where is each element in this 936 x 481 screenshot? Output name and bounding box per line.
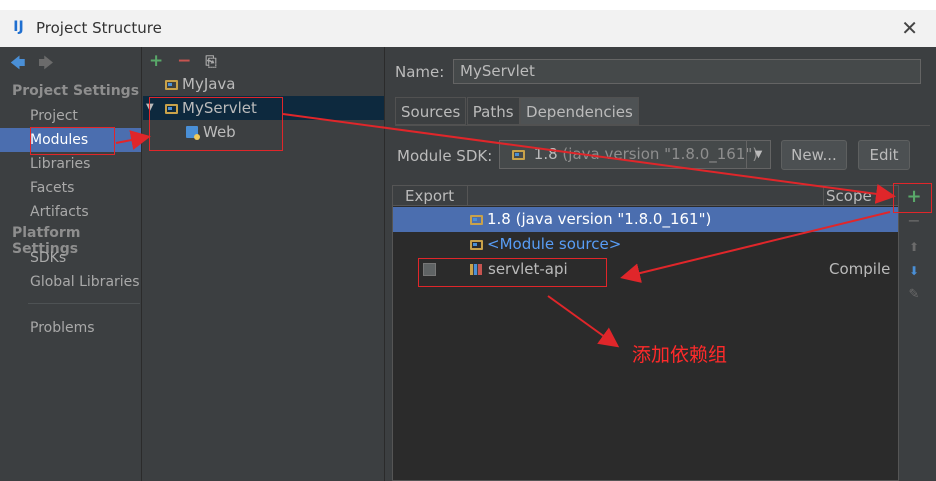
nav-item-problems[interactable]: Problems — [0, 316, 141, 340]
module-sdk-dropdown[interactable]: 1.8 (java version "1.8.0_161") ▼ — [499, 140, 771, 169]
edit-dependency-icon[interactable]: ✎ — [900, 283, 928, 307]
name-label: Name: — [395, 63, 445, 81]
table-row[interactable]: <Module source> — [393, 232, 898, 257]
column-header-scope[interactable]: Scope — [823, 186, 898, 206]
new-sdk-button[interactable]: New... — [781, 140, 847, 170]
top-strip — [0, 0, 936, 10]
module-sdk-label: Module SDK: — [397, 147, 493, 165]
table-row[interactable]: 1.8 (java version "1.8.0_161") — [393, 207, 898, 232]
table-row[interactable]: servlet-api Compile — [393, 257, 898, 282]
edit-sdk-button[interactable]: Edit — [858, 140, 910, 170]
forward-arrow-icon[interactable]: 🡆 — [38, 54, 54, 72]
tab-paths[interactable]: Paths — [466, 97, 520, 125]
module-source-folder-icon — [470, 240, 483, 250]
sdk-folder-icon — [512, 150, 525, 160]
jdk-folder-icon — [470, 215, 483, 225]
tree-node-web[interactable]: Web — [186, 120, 236, 144]
nav-item-project[interactable]: Project — [0, 104, 141, 128]
table-header: Export Scope — [393, 186, 898, 206]
nav-item-modules[interactable]: Modules — [0, 128, 141, 152]
add-module-icon[interactable]: + — [149, 51, 163, 71]
move-up-icon[interactable]: ⬆ — [900, 235, 928, 259]
tree-node-label: MyServlet — [182, 99, 257, 117]
dependency-name: servlet-api — [488, 260, 568, 278]
annotation-text: 添加依赖组 — [632, 344, 728, 366]
library-icon — [470, 264, 482, 275]
sdk-detail: (java version "1.8.0_161") — [562, 145, 759, 163]
settings-nav: 🡄 🡆 Project Settings Project Modules Lib… — [0, 47, 142, 481]
web-facet-icon — [186, 126, 200, 140]
dependencies-table: Export Scope 1.8 (java version "1.8.0_16… — [392, 185, 899, 481]
tree-node-myjava[interactable]: MyJava — [165, 72, 236, 96]
nav-item-global-libraries[interactable]: Global Libraries — [0, 270, 141, 294]
expand-arrow-icon[interactable]: ▼ — [146, 96, 154, 120]
module-folder-icon — [165, 104, 178, 114]
nav-item-artifacts[interactable]: Artifacts — [0, 200, 141, 224]
tabs-divider — [395, 125, 930, 126]
remove-module-icon[interactable]: − — [177, 51, 191, 71]
back-arrow-icon[interactable]: 🡄 — [10, 54, 26, 72]
tab-dependencies[interactable]: Dependencies — [520, 97, 639, 125]
module-tree-panel: + − ⎘ MyJava ▼ MyServlet Web — [143, 47, 385, 481]
dependency-name: <Module source> — [487, 235, 622, 253]
module-tabs: Sources Paths Dependencies — [395, 97, 639, 125]
tree-toolbar: + − ⎘ — [149, 51, 217, 71]
nav-separator — [28, 303, 140, 304]
module-folder-icon — [165, 80, 178, 90]
window-title: Project Structure — [36, 19, 162, 37]
dependency-name: 1.8 (java version "1.8.0_161") — [487, 210, 712, 228]
column-header-export[interactable]: Export — [393, 186, 468, 206]
export-checkbox[interactable] — [423, 263, 436, 276]
nav-item-libraries[interactable]: Libraries — [0, 152, 141, 176]
module-name-field[interactable]: MyServlet — [453, 59, 921, 84]
nav-item-sdks[interactable]: SDKs — [0, 246, 141, 270]
tree-node-label: MyJava — [182, 75, 236, 93]
dependency-toolbar: + − ⬆ ⬇ ✎ — [900, 185, 928, 481]
tab-sources[interactable]: Sources — [395, 97, 467, 125]
chevron-down-icon[interactable]: ▼ — [746, 141, 770, 168]
close-icon[interactable]: ✕ — [901, 16, 918, 40]
nav-item-facets[interactable]: Facets — [0, 176, 141, 200]
sdk-name: 1.8 — [533, 145, 558, 163]
move-down-icon[interactable]: ⬇ — [900, 259, 928, 283]
tree-node-myservlet[interactable]: ▼ MyServlet — [143, 96, 384, 120]
tree-node-label: Web — [203, 123, 236, 141]
title-bar: IJ Project Structure ✕ — [0, 10, 936, 47]
scope-select[interactable]: Compile — [829, 257, 890, 282]
add-dependency-icon[interactable]: + — [900, 185, 928, 209]
project-settings-heading: Project Settings — [12, 83, 140, 99]
module-detail-panel: Name: MyServlet Sources Paths Dependenci… — [386, 47, 936, 481]
copy-module-icon[interactable]: ⎘ — [205, 54, 216, 70]
remove-dependency-icon[interactable]: − — [900, 209, 928, 233]
intellij-app-icon: IJ — [13, 19, 24, 35]
nav-arrows: 🡄 🡆 — [10, 53, 62, 78]
